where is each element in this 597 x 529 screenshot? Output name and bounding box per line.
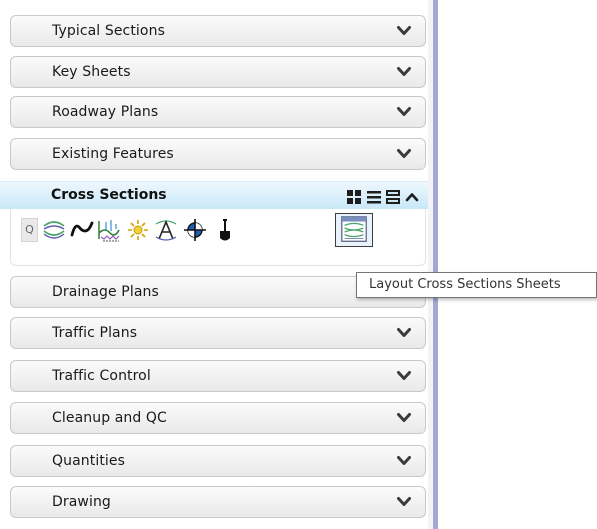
crosshair-target-icon[interactable] [183, 217, 207, 243]
collapse-chevron-icon[interactable] [404, 189, 420, 205]
section-label: Drawing [52, 494, 111, 510]
cross-section-template-icon[interactable] [42, 217, 66, 243]
ribbon-panel: Typical Sections Key Sheets Roadway Plan… [0, 0, 428, 529]
chevron-down-icon [397, 149, 411, 158]
chevron-down-icon [397, 26, 411, 35]
section-roadway-plans[interactable]: Roadway Plans [10, 96, 426, 128]
chevron-down-icon [397, 456, 411, 465]
cross-sections-toolbar: Q [10, 209, 426, 266]
layout-cross-sections-sheets-icon[interactable] [335, 213, 373, 247]
section-traffic-control[interactable]: Traffic Control [10, 360, 426, 392]
section-typical-sections[interactable]: Typical Sections [10, 15, 426, 47]
chevron-down-icon [397, 413, 411, 422]
chevron-down-icon [397, 371, 411, 380]
section-label: Traffic Control [52, 368, 151, 384]
chevron-down-icon [397, 497, 411, 506]
section-cross-sections-header[interactable]: Cross Sections [0, 181, 428, 209]
section-label: Drainage Plans [52, 284, 159, 300]
section-label: Cleanup and QC [52, 410, 167, 426]
quick-access-button[interactable]: Q [21, 218, 38, 242]
side-rail[interactable] [433, 0, 438, 529]
terrain-section-icon[interactable] [97, 217, 121, 243]
list-view-icon[interactable] [366, 189, 382, 205]
section-key-sheets[interactable]: Key Sheets [10, 56, 426, 88]
section-label: Quantities [52, 453, 126, 469]
chevron-down-icon [397, 107, 411, 116]
section-label: Existing Features [52, 146, 174, 162]
section-existing-features[interactable]: Existing Features [10, 138, 426, 170]
sheet-layout-icon [341, 216, 367, 242]
section-drawing[interactable]: Drawing [10, 486, 426, 518]
wave-curve-icon[interactable] [70, 217, 94, 243]
large-icons-icon[interactable] [346, 189, 362, 205]
section-label: Typical Sections [52, 23, 165, 39]
tooltip: Layout Cross Sections Sheets [356, 272, 597, 298]
chevron-down-icon [397, 67, 411, 76]
section-traffic-plans[interactable]: Traffic Plans [10, 317, 426, 349]
section-quantities[interactable]: Quantities [10, 445, 426, 477]
text-annotation-icon[interactable] [154, 217, 178, 243]
section-cleanup-and-qc[interactable]: Cleanup and QC [10, 402, 426, 434]
details-view-icon[interactable] [385, 189, 401, 205]
section-label: Traffic Plans [52, 325, 138, 341]
section-label: Key Sheets [52, 64, 131, 80]
shovel-icon[interactable] [213, 217, 237, 243]
sun-burst-icon[interactable] [126, 217, 150, 243]
section-label: Roadway Plans [52, 104, 159, 120]
chevron-down-icon [397, 328, 411, 337]
section-title: Cross Sections [51, 187, 167, 203]
